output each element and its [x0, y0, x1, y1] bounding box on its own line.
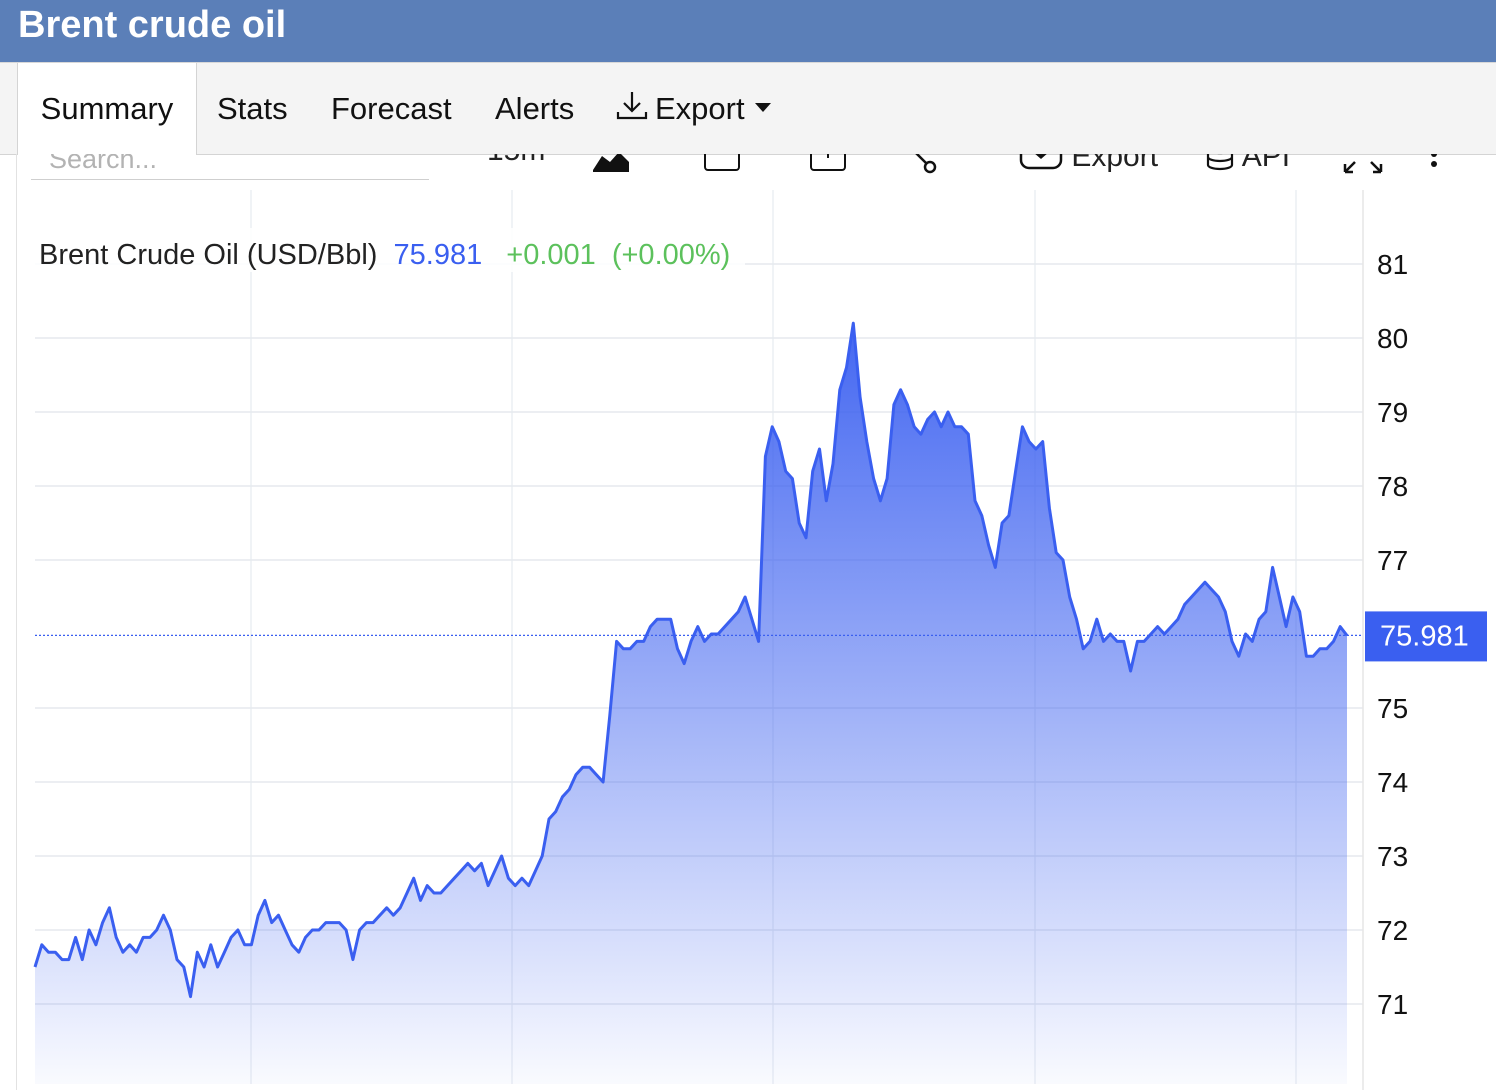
tab-stats[interactable]: Stats: [217, 63, 288, 154]
y-tick-label: 78: [1377, 471, 1408, 502]
tab-forecast[interactable]: Forecast: [331, 63, 452, 154]
window-title: Brent crude oil: [18, 4, 287, 46]
y-tick-label: 71: [1377, 989, 1408, 1020]
download-icon: [615, 65, 649, 156]
toolbar-export-label: Export: [1071, 154, 1159, 173]
tab-forecast-label: Forecast: [331, 91, 452, 126]
legend-series-name: Brent Crude Oil (USD/Bbl): [39, 239, 377, 271]
y-tick-label: 73: [1377, 841, 1408, 872]
y-tick-label: 79: [1377, 397, 1408, 428]
more-menu-icon[interactable]: [1429, 154, 1439, 182]
y-tick-label: 77: [1377, 545, 1408, 576]
chevron-down-icon: [754, 103, 771, 113]
y-tick-label: 72: [1377, 915, 1408, 946]
tab-alerts-label: Alerts: [495, 91, 575, 126]
compare-icon[interactable]: [703, 154, 741, 180]
draw-tools-icon[interactable]: [909, 154, 939, 182]
tab-stats-label: Stats: [217, 91, 288, 126]
legend-change: +0.001: [506, 239, 596, 271]
api-database-icon: [1206, 154, 1234, 171]
tab-bar: Summary Stats Forecast Alerts Export: [0, 62, 1496, 155]
tab-summary-label: Summary: [40, 91, 174, 126]
api-label: API: [1241, 154, 1291, 173]
window-titlebar: Brent crude oil: [0, 0, 1496, 62]
y-tick-label: 81: [1377, 249, 1408, 280]
tab-export[interactable]: Export: [615, 63, 771, 154]
last-price-tag-label: 75.981: [1380, 620, 1469, 652]
chart-panel: 71 72 73 74 75 77 78 79 80 81 75.981 Brent Crude …: [16, 154, 1496, 1090]
chart-type-icon[interactable]: [592, 154, 630, 180]
search-input[interactable]: [31, 154, 429, 180]
tab-export-label: Export: [655, 91, 745, 126]
chart-area-fill: [35, 323, 1347, 1084]
legend-change-pct: (+0.00%): [612, 239, 730, 271]
tab-summary[interactable]: Summary: [17, 63, 197, 155]
legend-value: 75.981: [394, 239, 483, 271]
chart-legend: Brent Crude Oil (USD/Bbl) 75.981 +0.001 …: [39, 239, 730, 271]
chart-canvas[interactable]: 71 72 73 74 75 77 78 79 80 81 75.981 Brent Crude …: [17, 154, 1496, 1090]
y-tick-label: 74: [1377, 767, 1408, 798]
indicators-icon[interactable]: [809, 154, 847, 180]
api-button[interactable]: API: [1205, 154, 1290, 174]
toolbar-export-button[interactable]: Export: [1019, 154, 1158, 174]
y-tick-label: 75: [1377, 693, 1408, 724]
tab-alerts[interactable]: Alerts: [495, 63, 574, 154]
fullscreen-icon[interactable]: [1343, 154, 1383, 182]
interval-selector[interactable]: 15m: [487, 154, 545, 168]
export-icon: [1019, 154, 1063, 170]
y-tick-label: 80: [1377, 323, 1408, 354]
